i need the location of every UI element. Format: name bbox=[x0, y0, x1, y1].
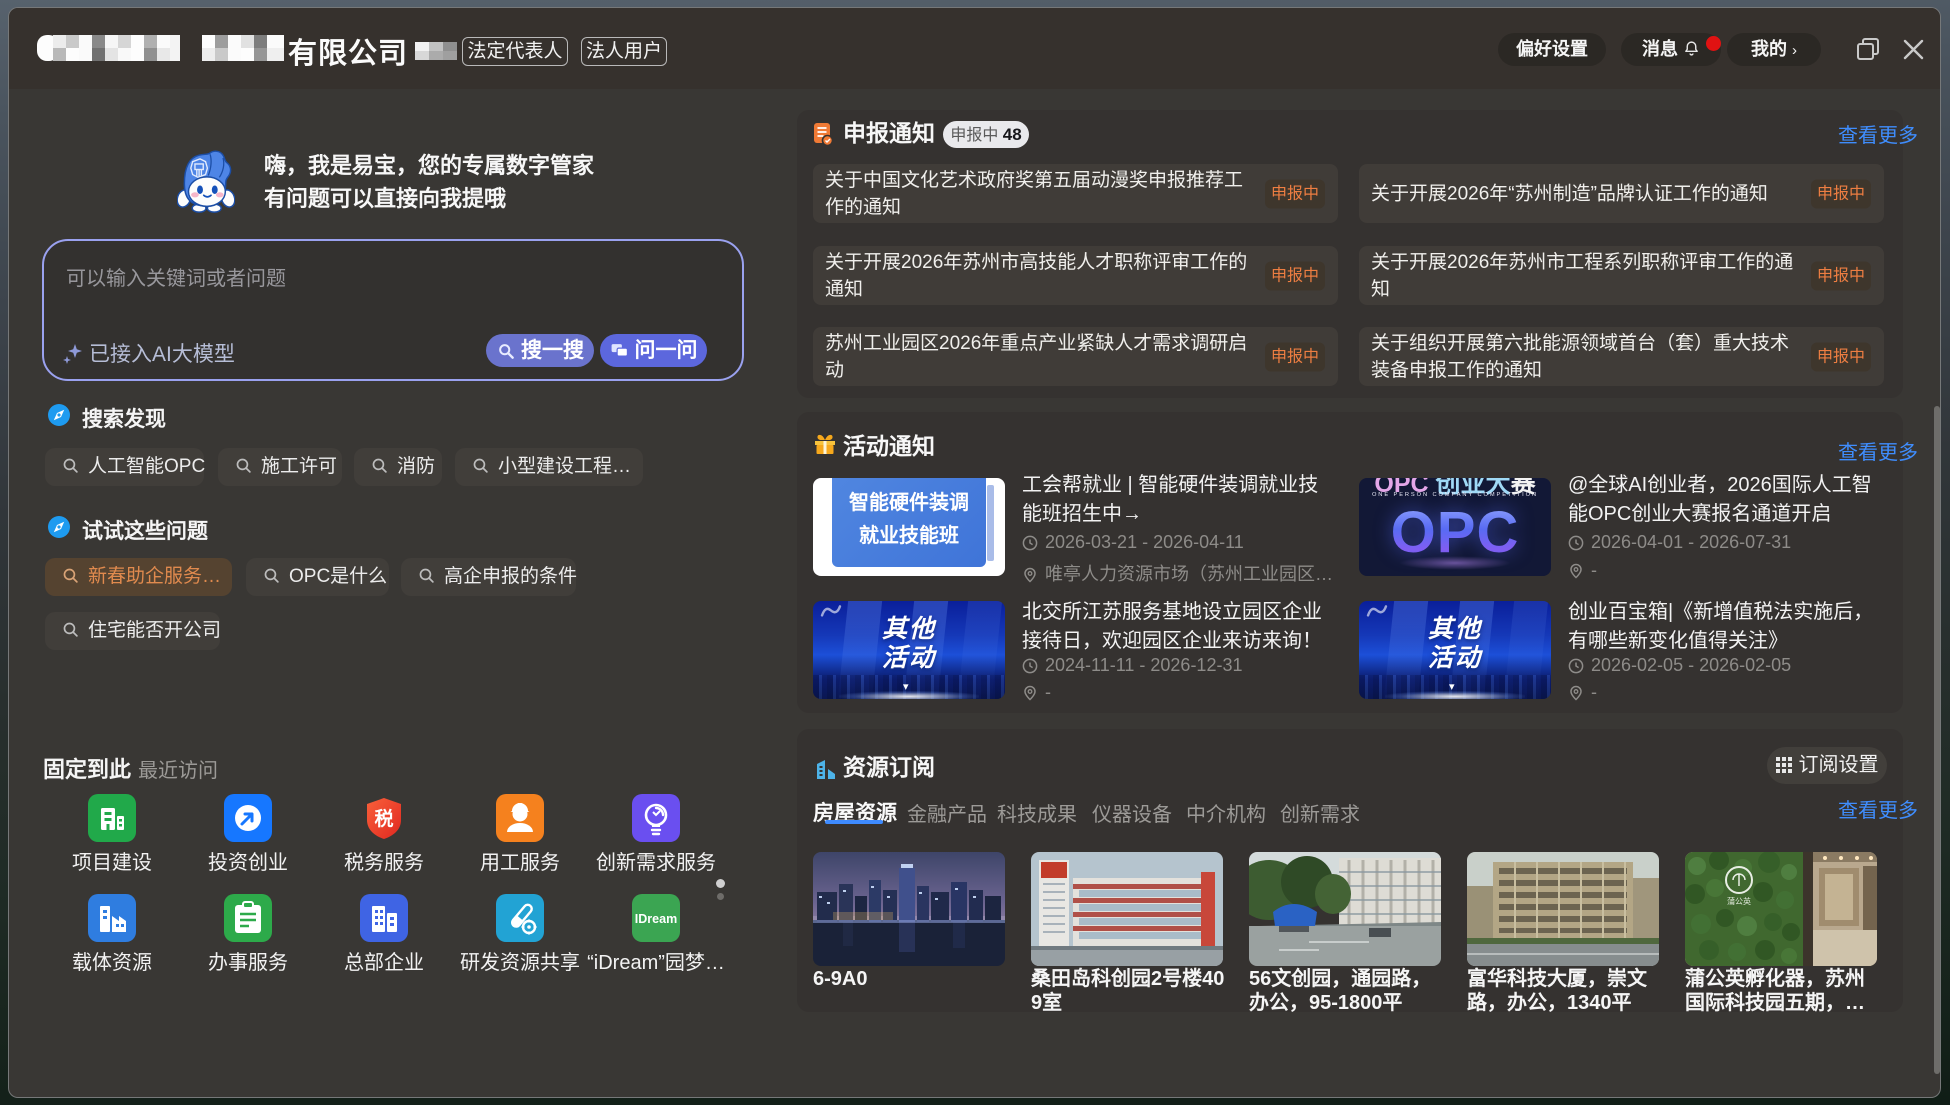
svg-text:蒲公英: 蒲公英 bbox=[1727, 896, 1751, 906]
svg-text:IDream: IDream bbox=[635, 912, 677, 926]
svg-text:税: 税 bbox=[374, 807, 393, 830]
